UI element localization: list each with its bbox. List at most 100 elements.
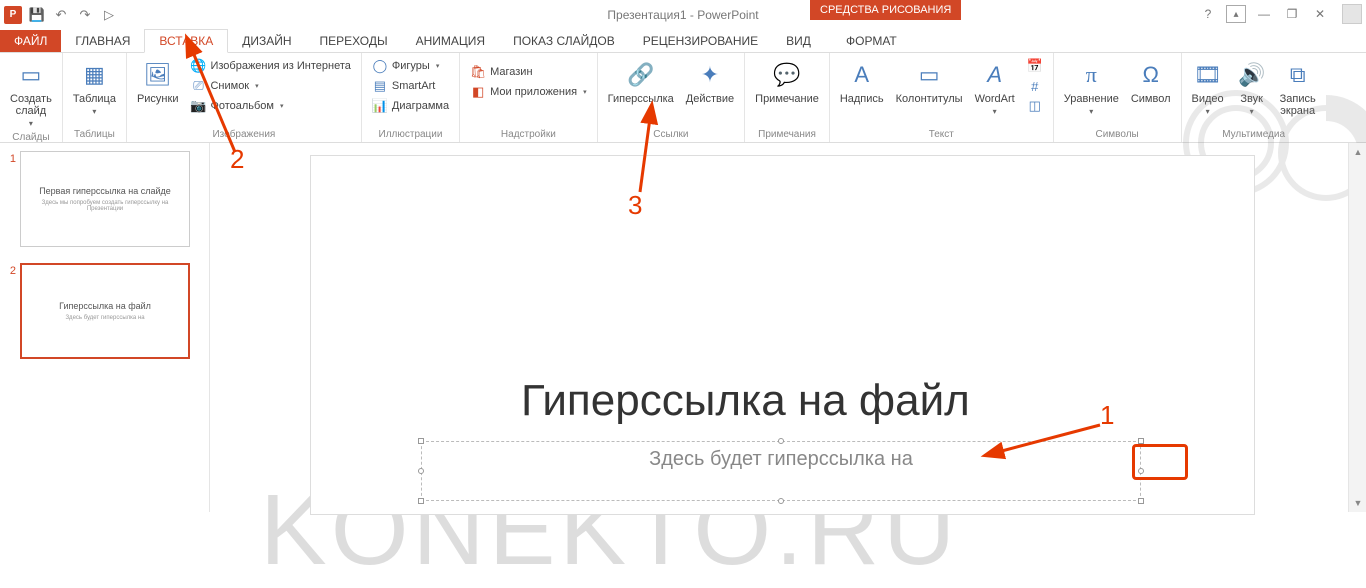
chart-button[interactable]: 📊Диаграмма — [368, 97, 453, 115]
audio-icon: 🔊 — [1236, 59, 1268, 91]
audio-button[interactable]: 🔊 Звук ▾ — [1232, 57, 1272, 118]
content-text[interactable]: Здесь будет гиперссылка на — [649, 448, 913, 471]
shapes-button[interactable]: ◯Фигуры▾ — [368, 57, 453, 75]
slide-title-text[interactable]: Гиперссылка на файл — [521, 376, 970, 426]
powerpoint-logo-icon: P — [4, 6, 22, 24]
hyperlink-icon: 🔗 — [625, 59, 657, 91]
title-bar: P 💾 ↶ ↷ ▷ Презентация1 - PowerPoint СРЕД… — [0, 0, 1366, 29]
resize-handle[interactable] — [418, 468, 424, 474]
table-button[interactable]: ▦ Таблица ▾ — [69, 57, 120, 118]
tab-home[interactable]: ГЛАВНАЯ — [61, 30, 144, 52]
group-addins: 🛍Магазин ◧Мои приложения▾ Надстройки — [460, 53, 598, 142]
wordart-button[interactable]: A WordArt ▾ — [971, 57, 1019, 118]
table-icon: ▦ — [78, 59, 110, 91]
restore-icon[interactable]: ❐ — [1282, 5, 1302, 23]
group-text: A Надпись ▭ Колонтитулы A WordArt ▾ 📅 # … — [830, 53, 1054, 142]
pictures-icon: 🖼 — [142, 59, 174, 91]
tab-view[interactable]: ВИД — [772, 30, 825, 52]
window-controls: ? ▴ — ❐ ✕ — [1198, 4, 1362, 24]
slide-canvas[interactable]: Гиперссылка на файл Здесь будет гиперссы… — [310, 155, 1255, 515]
annotation-arrow-1 — [990, 420, 1110, 470]
annotation-arrow-3 — [620, 112, 680, 202]
minimize-icon[interactable]: — — [1254, 5, 1274, 23]
smartart-button[interactable]: ▤SmartArt — [368, 77, 453, 95]
chevron-down-icon: ▾ — [1089, 107, 1093, 116]
save-icon[interactable]: 💾 — [28, 6, 46, 24]
scroll-down-icon[interactable]: ▼ — [1349, 494, 1366, 512]
symbol-icon: Ω — [1135, 59, 1167, 91]
group-symbols: π Уравнение ▾ Ω Символ Символы — [1054, 53, 1182, 142]
tab-transitions[interactable]: ПЕРЕХОДЫ — [306, 30, 402, 52]
hyperlink-button[interactable]: 🔗 Гиперссылка — [604, 57, 678, 107]
group-slides: ▭ Создать слайд ▾ Слайды — [0, 53, 63, 142]
chevron-down-icon: ▾ — [583, 88, 587, 96]
chevron-down-icon: ▾ — [993, 107, 997, 116]
resize-handle[interactable] — [778, 438, 784, 444]
annotation-highlight-box — [1132, 444, 1188, 480]
redo-icon[interactable]: ↷ — [76, 6, 94, 24]
chevron-down-icon: ▾ — [280, 102, 284, 110]
textbox-button[interactable]: A Надпись — [836, 57, 888, 107]
account-avatar-icon[interactable] — [1342, 4, 1362, 24]
slide-number-button[interactable]: # — [1023, 77, 1047, 95]
chevron-down-icon: ▾ — [436, 62, 440, 70]
tab-slideshow[interactable]: ПОКАЗ СЛАЙДОВ — [499, 30, 629, 52]
screen-recording-icon: ⧉ — [1282, 59, 1314, 91]
help-icon[interactable]: ? — [1198, 5, 1218, 23]
chevron-down-icon: ▾ — [1206, 107, 1210, 116]
pictures-button[interactable]: 🖼 Рисунки — [133, 57, 183, 107]
thumbnail-2[interactable]: 2 Гиперссылка на файл Здесь будет гиперс… — [4, 263, 201, 359]
new-slide-icon: ▭ — [15, 59, 47, 91]
new-slide-button[interactable]: ▭ Создать слайд ▾ — [6, 57, 56, 130]
store-icon: 🛍 — [470, 64, 486, 80]
close-icon[interactable]: ✕ — [1310, 5, 1330, 23]
textbox-icon: A — [846, 59, 878, 91]
header-footer-button[interactable]: ▭ Колонтитулы — [892, 57, 967, 107]
quick-access-toolbar: P 💾 ↶ ↷ ▷ — [0, 6, 118, 24]
comment-button[interactable]: 💬 Примечание — [751, 57, 823, 107]
group-illustrations: ◯Фигуры▾ ▤SmartArt 📊Диаграмма Иллюстраци… — [362, 53, 460, 142]
symbol-button[interactable]: Ω Символ — [1127, 57, 1175, 107]
window-title: Презентация1 - PowerPoint — [0, 8, 1366, 22]
date-icon: 📅 — [1027, 58, 1043, 74]
tab-review[interactable]: РЕЦЕНЗИРОВАНИЕ — [629, 30, 772, 52]
comment-icon: 💬 — [771, 59, 803, 91]
contextual-tab-label: СРЕДСТВА РИСОВАНИЯ — [810, 0, 961, 20]
object-button[interactable]: ◫ — [1023, 97, 1047, 115]
action-icon: ✦ — [694, 59, 726, 91]
video-icon: 🎞 — [1192, 59, 1224, 91]
header-footer-icon: ▭ — [913, 59, 945, 91]
ribbon-display-options-icon[interactable]: ▴ — [1226, 5, 1246, 23]
thumbnail-1[interactable]: 1 Первая гиперссылка на слайде Здесь мы … — [4, 151, 201, 247]
resize-handle[interactable] — [778, 498, 784, 504]
screen-recording-button[interactable]: ⧉ Запись экрана — [1276, 57, 1320, 119]
annotation-arrow-2 — [180, 42, 260, 162]
slide-editor: KONEKTO.RU Гиперссылка на файл Здесь буд… — [210, 143, 1366, 512]
equation-button[interactable]: π Уравнение ▾ — [1060, 57, 1123, 118]
chevron-down-icon: ▾ — [1250, 107, 1254, 116]
start-from-beginning-icon[interactable]: ▷ — [100, 6, 118, 24]
wordart-icon: A — [979, 59, 1011, 91]
chart-icon: 📊 — [372, 98, 388, 114]
resize-handle[interactable] — [1138, 498, 1144, 504]
slide-thumbnail-panel: 1 Первая гиперссылка на слайде Здесь мы … — [0, 143, 210, 512]
vertical-scrollbar[interactable]: ▲ ▼ — [1348, 143, 1366, 512]
tab-file[interactable]: ФАЙЛ — [0, 30, 61, 52]
group-tables: ▦ Таблица ▾ Таблицы — [63, 53, 127, 142]
date-time-button[interactable]: 📅 — [1023, 57, 1047, 75]
scroll-up-icon[interactable]: ▲ — [1349, 143, 1366, 161]
workspace: 1 Первая гиперссылка на слайде Здесь мы … — [0, 143, 1366, 512]
video-button[interactable]: 🎞 Видео ▾ — [1188, 57, 1228, 118]
chevron-down-icon: ▾ — [29, 119, 33, 128]
action-button[interactable]: ✦ Действие — [682, 57, 738, 107]
store-button[interactable]: 🛍Магазин — [466, 63, 591, 81]
tab-animation[interactable]: АНИМАЦИЯ — [402, 30, 499, 52]
apps-icon: ◧ — [470, 84, 486, 100]
equation-icon: π — [1075, 59, 1107, 91]
resize-handle[interactable] — [418, 438, 424, 444]
number-icon: # — [1027, 78, 1043, 94]
tab-format[interactable]: ФОРМАТ — [832, 30, 911, 52]
resize-handle[interactable] — [418, 498, 424, 504]
my-apps-button[interactable]: ◧Мои приложения▾ — [466, 83, 591, 101]
undo-icon[interactable]: ↶ — [52, 6, 70, 24]
